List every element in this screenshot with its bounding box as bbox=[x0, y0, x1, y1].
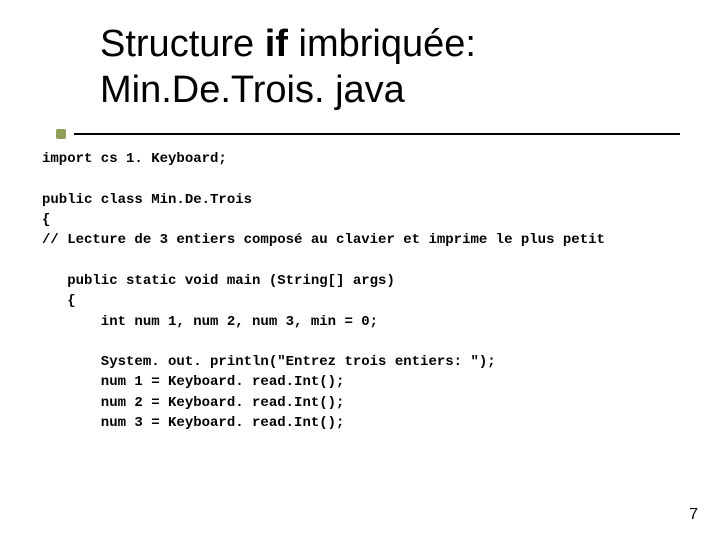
title-line-2: Min.De.Trois. java bbox=[100, 68, 680, 114]
title-pre: Structure bbox=[100, 23, 265, 65]
slide: Structure if imbriquée: Min.De.Trois. ja… bbox=[0, 0, 720, 540]
horizontal-rule bbox=[74, 133, 680, 135]
slide-title: Structure if imbriquée: Min.De.Trois. ja… bbox=[100, 22, 680, 113]
code-listing: import cs 1. Keyboard; public class Min.… bbox=[42, 149, 680, 433]
title-bold-keyword: if bbox=[265, 23, 288, 65]
bullet-icon bbox=[56, 129, 66, 139]
title-divider bbox=[40, 127, 680, 139]
page-number: 7 bbox=[689, 506, 698, 524]
title-post: imbriquée: bbox=[288, 23, 476, 65]
title-line-1: Structure if imbriquée: bbox=[100, 22, 680, 68]
